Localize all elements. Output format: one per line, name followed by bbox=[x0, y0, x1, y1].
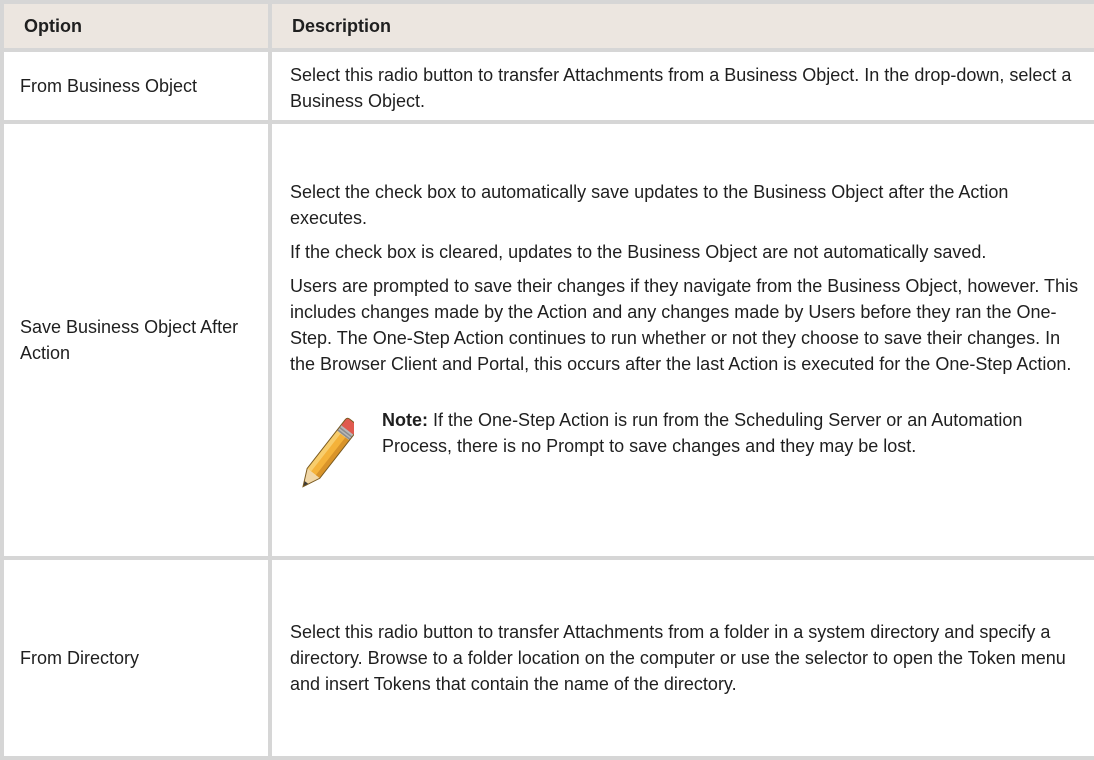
description-cell: Select the check box to automatically sa… bbox=[268, 120, 1094, 560]
note-label: Note: bbox=[382, 410, 428, 430]
table-header-row: Option Description bbox=[0, 0, 1094, 52]
header-option: Option bbox=[0, 0, 272, 52]
description-cell: Select this radio button to transfer Att… bbox=[268, 556, 1094, 760]
table-row: From Business Object Select this radio b… bbox=[0, 48, 1094, 124]
description-paragraph: If the check box is cleared, updates to … bbox=[290, 242, 987, 262]
table-row: From Directory Select this radio button … bbox=[0, 556, 1094, 760]
option-cell: From Business Object bbox=[0, 48, 272, 124]
note-body: If the One-Step Action is run from the S… bbox=[382, 410, 1023, 456]
description-paragraph: Select this radio button to transfer Att… bbox=[290, 65, 1072, 111]
description-cell: Select this radio button to transfer Att… bbox=[268, 48, 1094, 124]
option-cell: From Directory bbox=[0, 556, 272, 760]
note-text: Note: If the One-Step Action is run from… bbox=[382, 407, 1084, 459]
description-paragraph: Users are prompted to save their changes… bbox=[290, 276, 1079, 374]
table-row: Save Business Object After Action Select… bbox=[0, 120, 1094, 560]
option-cell: Save Business Object After Action bbox=[0, 120, 272, 560]
note-block: Note: If the One-Step Action is run from… bbox=[290, 407, 1084, 501]
description-paragraph: Select this radio button to transfer Att… bbox=[290, 622, 1066, 694]
pencil-icon bbox=[300, 411, 360, 501]
options-table: Option Description From Business Object … bbox=[0, 0, 1094, 760]
header-description: Description bbox=[268, 0, 1094, 52]
description-paragraph: Select the check box to automatically sa… bbox=[290, 182, 1009, 228]
